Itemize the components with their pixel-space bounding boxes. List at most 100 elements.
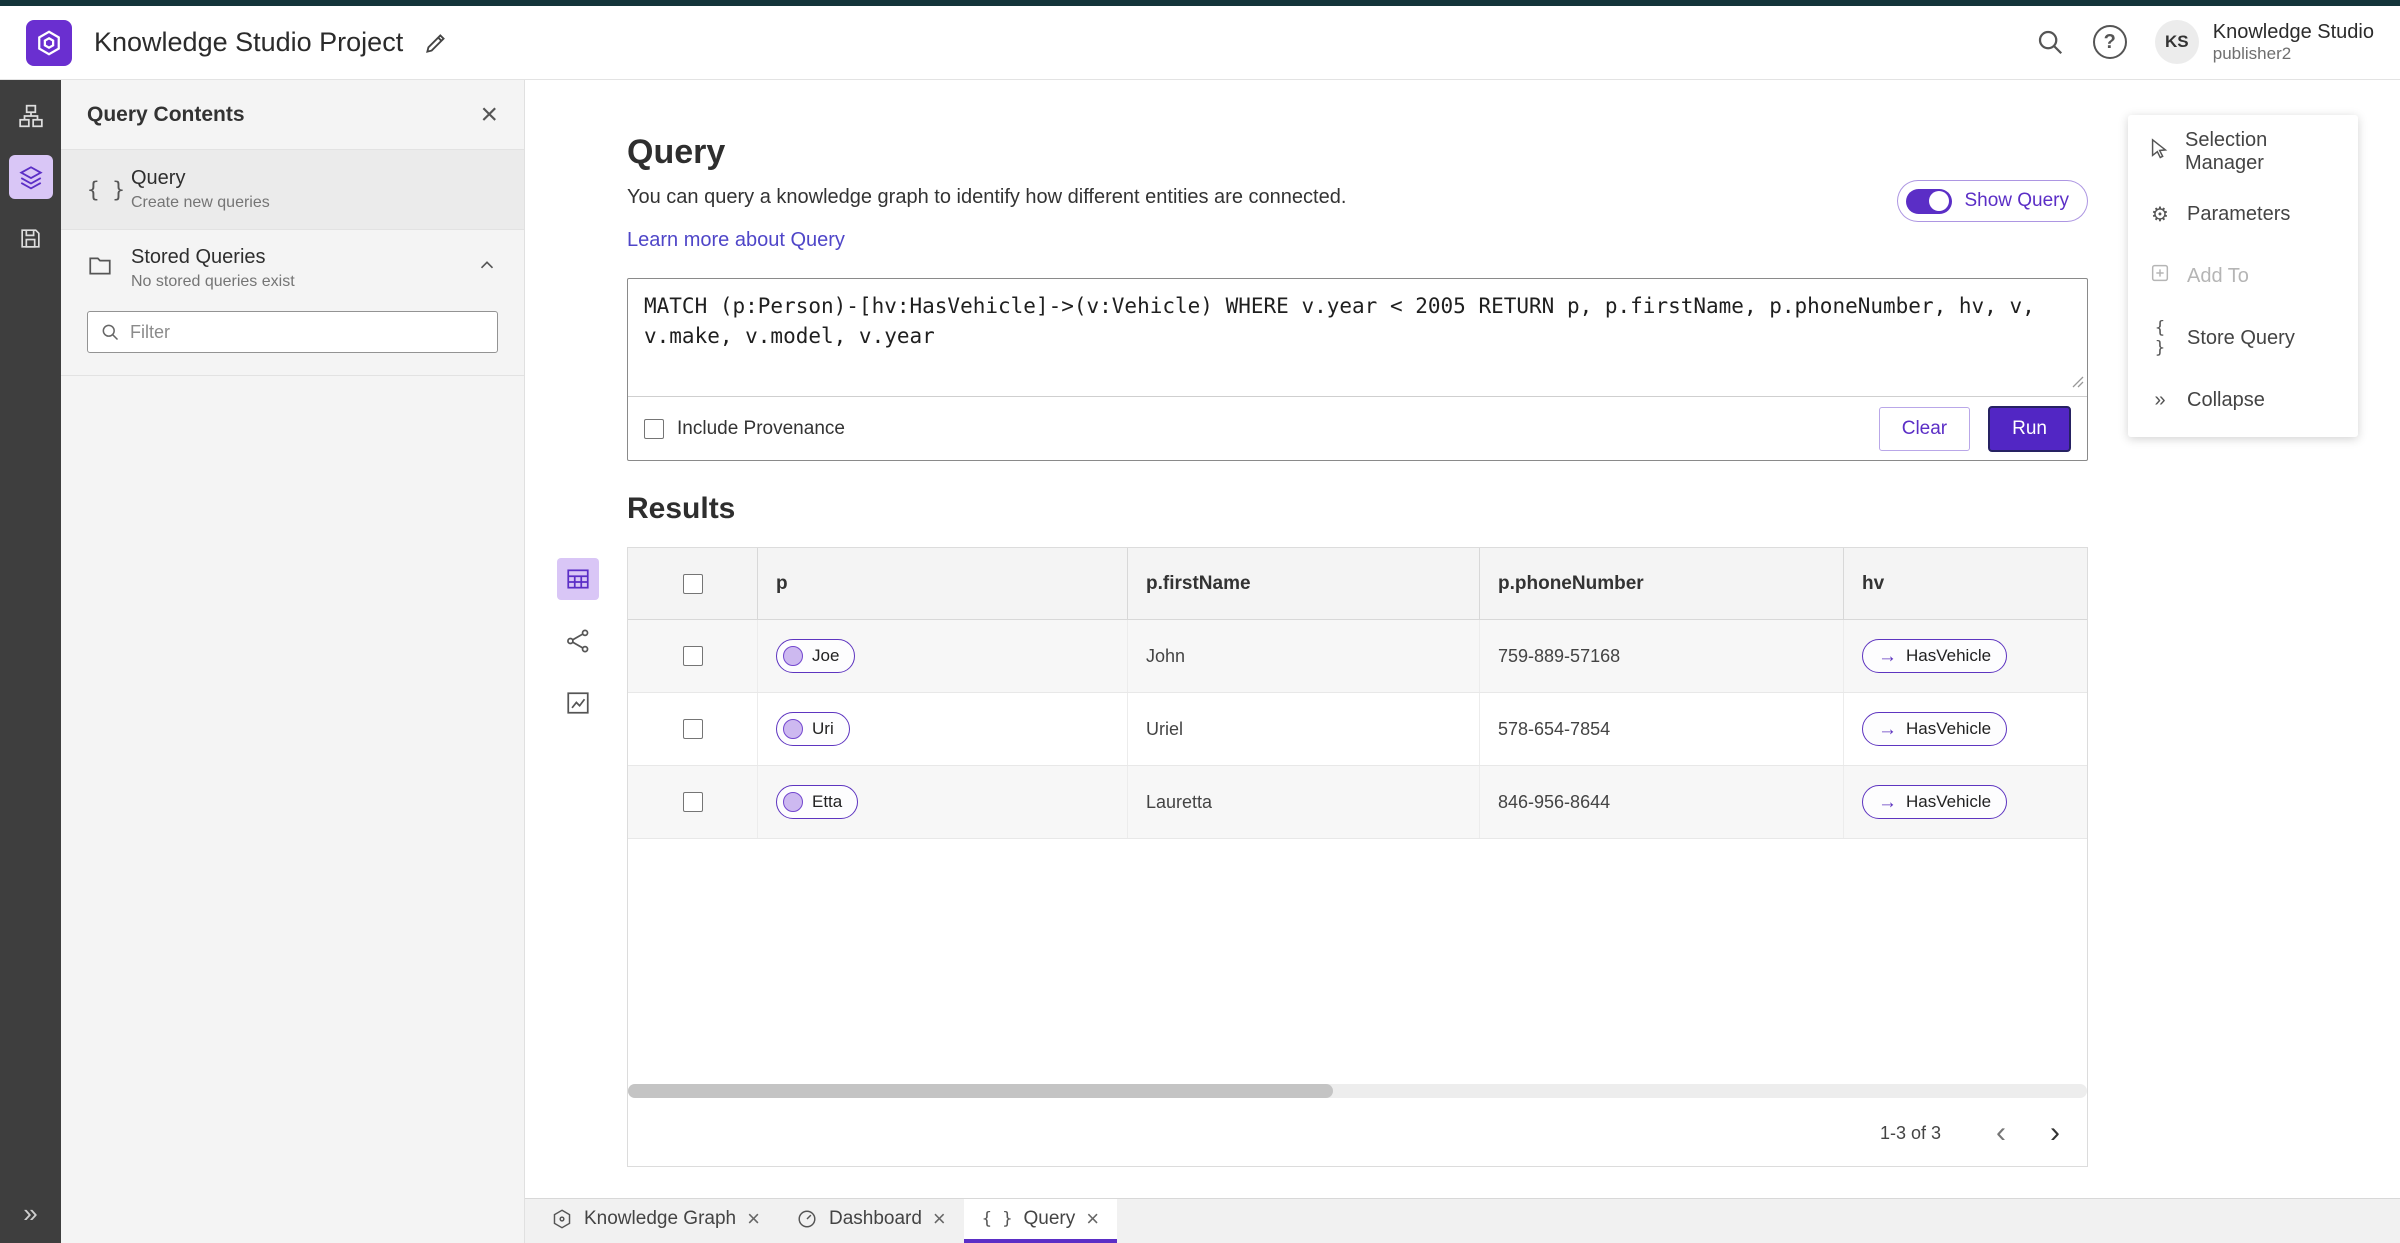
- node-label: Uri: [812, 719, 834, 738]
- menu-item-add-to: Add To: [2128, 245, 2358, 307]
- resize-handle-icon[interactable]: [2072, 375, 2084, 393]
- save-icon: [21, 228, 40, 248]
- scrollbar-thumb[interactable]: [628, 1084, 1333, 1098]
- rail-hierarchy-button[interactable]: [9, 94, 53, 138]
- stored-queries-header[interactable]: Stored Queries No stored queries exist: [87, 246, 498, 291]
- edit-title-button[interactable]: [423, 30, 449, 56]
- tab-query[interactable]: { } Query ×: [963, 1199, 1118, 1243]
- horizontal-scrollbar[interactable]: [628, 1084, 2087, 1098]
- table-header-row: p p.firstName p.phoneNumber hv: [628, 548, 2087, 620]
- tab-label: Query: [1023, 1208, 1076, 1229]
- search-button[interactable]: [2035, 27, 2065, 57]
- project-title: Knowledge Studio Project: [94, 27, 404, 57]
- sidebar-close-button[interactable]: ×: [480, 99, 498, 130]
- node-circle-icon: [783, 792, 803, 812]
- chart-view-button[interactable]: [557, 682, 599, 724]
- folder-icon: [87, 253, 131, 284]
- layers-icon: [18, 166, 43, 190]
- run-button[interactable]: Run: [1988, 405, 2071, 452]
- rail-expand-button[interactable]: »: [23, 1198, 37, 1229]
- node-pill[interactable]: Joe: [776, 639, 856, 673]
- menu-item-label: Selection Manager: [2185, 129, 2268, 174]
- query-textarea[interactable]: MATCH (p:Person)-[hv:HasVehicle]->(v:Veh…: [644, 291, 2071, 384]
- row-checkbox[interactable]: [682, 792, 703, 812]
- rail-save-button[interactable]: [9, 216, 53, 260]
- cell-phone: 846-956-8644: [1480, 766, 1844, 838]
- row-checkbox[interactable]: [682, 719, 703, 739]
- stored-queries-section: Stored Queries No stored queries exist: [61, 230, 524, 376]
- arrow-right-icon: →: [1878, 791, 1897, 813]
- pagination-prev-button[interactable]: ‹: [1981, 1113, 2021, 1153]
- stored-queries-filter: [87, 311, 498, 353]
- filter-input[interactable]: [130, 321, 470, 343]
- braces-icon: { }: [87, 177, 125, 202]
- table-row: Joe John 759-889-57168 → HasVehicle: [628, 620, 2087, 693]
- include-provenance-label: Include Provenance: [677, 417, 845, 439]
- sidebar-item-query[interactable]: { } Query Create new queries: [61, 150, 524, 230]
- gear-icon: ⚙: [2151, 203, 2169, 226]
- node-label: Etta: [812, 792, 843, 811]
- left-rail: »: [0, 80, 61, 1243]
- tab-close-button[interactable]: ×: [747, 1208, 760, 1230]
- node-circle-icon: [783, 646, 803, 666]
- table-view-button[interactable]: [557, 558, 599, 600]
- avatar[interactable]: KS: [2154, 20, 2199, 65]
- query-editor-panel: MATCH (p:Person)-[hv:HasVehicle]->(v:Veh…: [627, 278, 2088, 461]
- edge-pill[interactable]: → HasVehicle: [1862, 785, 2008, 819]
- edge-pill[interactable]: → HasVehicle: [1862, 712, 2008, 746]
- search-icon: [2038, 31, 2062, 55]
- node-pill[interactable]: Uri: [776, 712, 850, 746]
- cell-first-name: Uriel: [1128, 693, 1480, 765]
- clear-button[interactable]: Clear: [1878, 406, 1971, 451]
- column-header-hv[interactable]: hv: [1844, 548, 2087, 619]
- app-logo[interactable]: [26, 19, 72, 66]
- add-to-icon: [2148, 262, 2172, 290]
- tab-close-button[interactable]: ×: [933, 1208, 946, 1230]
- query-contents-panel: Query Contents × { } Query Create new qu…: [61, 80, 525, 1243]
- graph-view-button[interactable]: [557, 620, 599, 662]
- column-header-firstname[interactable]: p.firstName: [1128, 548, 1480, 619]
- results-title: Results: [627, 492, 736, 525]
- document-tab-bar: Knowledge Graph × Dashboard × { } Query …: [525, 1198, 2400, 1243]
- learn-more-link[interactable]: Learn more about Query: [627, 229, 845, 252]
- select-all-checkbox[interactable]: [682, 573, 703, 594]
- sidebar-header: Query Contents ×: [61, 80, 524, 150]
- query-actions-row: Include Provenance Clear Run: [628, 397, 2087, 460]
- rail-layers-button[interactable]: [8, 155, 53, 199]
- edge-label: HasVehicle: [1906, 719, 1992, 738]
- tab-knowledge-graph[interactable]: Knowledge Graph ×: [533, 1199, 778, 1243]
- menu-item-collapse[interactable]: » Collapse: [2128, 369, 2358, 431]
- braces-icon: { }: [2154, 318, 2166, 358]
- arrow-right-icon: →: [1878, 718, 1897, 740]
- knowledge-graph-icon: [553, 1209, 571, 1229]
- user-block: Knowledge Studio publisher2: [2213, 20, 2374, 64]
- toggle-switch-on[interactable]: [1906, 188, 1953, 214]
- column-header-phone[interactable]: p.phoneNumber: [1480, 548, 1844, 619]
- chevron-up-icon[interactable]: [476, 255, 498, 282]
- tab-dashboard[interactable]: Dashboard ×: [778, 1199, 964, 1243]
- show-query-toggle[interactable]: Show Query: [1897, 180, 2088, 222]
- row-checkbox[interactable]: [682, 646, 703, 666]
- tab-close-button[interactable]: ×: [1086, 1208, 1099, 1230]
- column-header-p[interactable]: p: [758, 548, 1128, 619]
- pagination-next-button[interactable]: ›: [2035, 1113, 2075, 1153]
- tab-label: Dashboard: [828, 1208, 922, 1229]
- menu-item-label: Collapse: [2187, 388, 2265, 411]
- node-label: Joe: [812, 646, 840, 665]
- table-row: Uri Uriel 578-654-7854 → HasVehicle: [628, 693, 2087, 766]
- include-provenance-checkbox[interactable]: [644, 418, 664, 439]
- menu-item-parameters[interactable]: ⚙ Parameters: [2128, 183, 2358, 245]
- menu-item-store-query[interactable]: { } Store Query: [2128, 307, 2358, 369]
- table-footer: 1-3 of 3 ‹ ›: [628, 1100, 2087, 1166]
- edge-label: HasVehicle: [1906, 646, 1992, 665]
- node-pill[interactable]: Etta: [776, 785, 859, 819]
- user-role: publisher2: [2212, 44, 2292, 64]
- query-main-panel: Query You can query a knowledge graph to…: [525, 80, 2400, 1198]
- help-button[interactable]: ?: [2092, 25, 2127, 60]
- query-options-menu: Selection Manager ⚙ Parameters Add To { …: [2128, 115, 2358, 437]
- menu-item-selection-manager[interactable]: Selection Manager: [2128, 121, 2358, 183]
- node-circle-icon: [783, 719, 803, 739]
- show-query-label: Show Query: [1964, 190, 2069, 211]
- edge-pill[interactable]: → HasVehicle: [1862, 639, 2008, 673]
- tab-label: Knowledge Graph: [584, 1208, 737, 1229]
